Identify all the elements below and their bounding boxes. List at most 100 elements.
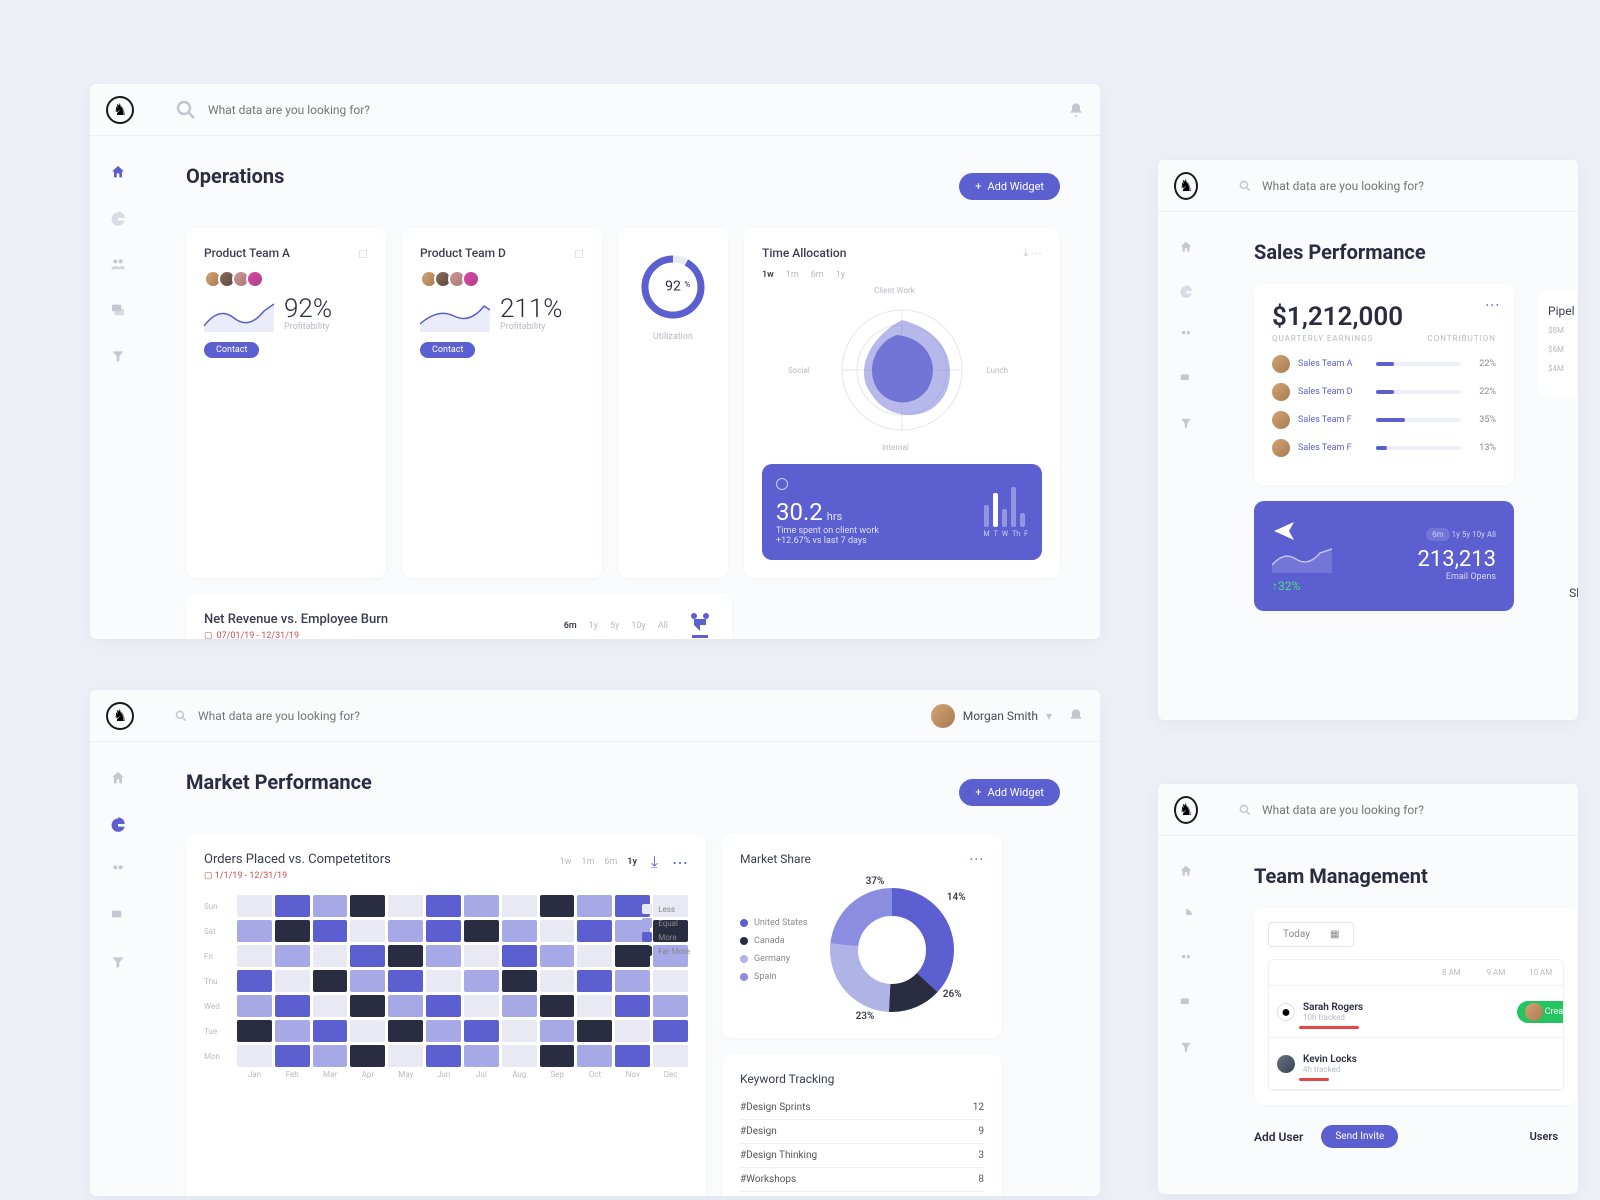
download-icon[interactable] bbox=[686, 612, 714, 639]
heatmap-cell bbox=[237, 995, 272, 1017]
content: Team Management Today▦ 8 AM 9 AM 10 AM ●… bbox=[1214, 836, 1578, 1194]
tab-all[interactable]: All bbox=[658, 621, 668, 631]
logo[interactable]: ♞ bbox=[1174, 796, 1198, 824]
search-input[interactable] bbox=[1262, 179, 1562, 193]
tab-1y[interactable]: 1y bbox=[627, 857, 637, 867]
tab-6m[interactable]: 6m bbox=[811, 270, 824, 280]
avatar: ● bbox=[1277, 1003, 1295, 1021]
chat-icon[interactable] bbox=[1179, 996, 1193, 1010]
add-widget-button[interactable]: +Add Widget bbox=[959, 779, 1060, 806]
utilization-card: 92% Utilization bbox=[618, 228, 728, 578]
heatmap-cell bbox=[237, 920, 272, 942]
heatmap-cell bbox=[464, 920, 499, 942]
heatmap-cell bbox=[313, 995, 348, 1017]
heatmap-cell bbox=[502, 995, 537, 1017]
tab-1m[interactable]: 1m bbox=[581, 857, 594, 867]
search[interactable] bbox=[174, 709, 931, 723]
download-icon[interactable]: ⤓ bbox=[651, 852, 658, 872]
keyword-tag: #Design Thinking bbox=[740, 1150, 817, 1161]
operations-dashboard: ♞ Operations +Add Widget Product Team A◻… bbox=[90, 84, 1100, 639]
logo[interactable]: ♞ bbox=[106, 702, 134, 730]
contact-button[interactable]: Contact bbox=[204, 342, 259, 358]
slack-card-title: Slack bbox=[1569, 586, 1578, 600]
event-chip[interactable]: Create pitch bbox=[1517, 1001, 1564, 1023]
tab-10y[interactable]: 10y bbox=[1472, 530, 1485, 539]
search[interactable] bbox=[174, 98, 1068, 122]
schedule-row: Kevin Locks4h tracked bbox=[1269, 1038, 1563, 1090]
search[interactable] bbox=[1238, 179, 1562, 193]
tab-1w[interactable]: 1w bbox=[560, 857, 572, 867]
home-icon[interactable] bbox=[1179, 864, 1193, 878]
time-range-tabs: 6m 1y 5y 10y All bbox=[564, 621, 668, 631]
home-icon[interactable] bbox=[110, 164, 126, 180]
heatmap-cell bbox=[577, 895, 612, 917]
people-icon[interactable] bbox=[1179, 328, 1193, 342]
pie-icon[interactable] bbox=[1179, 908, 1193, 922]
search-input[interactable] bbox=[208, 103, 508, 117]
tab-1m[interactable]: 1m bbox=[786, 270, 799, 280]
user-menu[interactable]: Morgan Smith▾ bbox=[931, 704, 1052, 728]
search[interactable] bbox=[1238, 803, 1562, 817]
people-icon[interactable] bbox=[110, 256, 126, 272]
home-icon[interactable] bbox=[110, 770, 126, 786]
tab-6m[interactable]: 6m bbox=[604, 857, 617, 867]
tab-all[interactable]: All bbox=[1487, 530, 1496, 539]
day-label: Wed bbox=[204, 995, 234, 1017]
chat-icon[interactable] bbox=[110, 302, 126, 318]
tab-1y[interactable]: 1y bbox=[1452, 530, 1460, 539]
email-label: Email Opens bbox=[1417, 572, 1496, 582]
tab-1y[interactable]: 1y bbox=[589, 621, 598, 631]
tab-1y[interactable]: 1y bbox=[836, 270, 845, 280]
heatmap-cell bbox=[464, 995, 499, 1017]
today-button[interactable]: Today▦ bbox=[1268, 922, 1354, 947]
heatmap-cell bbox=[577, 995, 612, 1017]
date-range[interactable]: ▢ 1/1/19 - 12/31/19 bbox=[204, 871, 391, 881]
sidebar bbox=[1158, 836, 1214, 1054]
bookmark-icon[interactable]: ◻ bbox=[358, 246, 368, 260]
avatar bbox=[1272, 411, 1290, 429]
bookmark-icon[interactable]: ◻ bbox=[574, 246, 584, 260]
send-invite-button[interactable]: Send Invite bbox=[1321, 1125, 1398, 1148]
logo[interactable]: ♞ bbox=[106, 96, 134, 124]
chat-icon[interactable] bbox=[1179, 372, 1193, 386]
pie-icon[interactable] bbox=[110, 210, 126, 226]
filter-icon[interactable] bbox=[110, 954, 126, 970]
heatmap-legend: Less Equal More Far More bbox=[642, 904, 690, 956]
pie-icon[interactable] bbox=[110, 816, 126, 832]
more-icon[interactable]: ⋮ bbox=[1484, 298, 1500, 310]
search-input[interactable] bbox=[198, 709, 498, 723]
contact-button[interactable]: Contact bbox=[420, 342, 475, 358]
topbar: ♞ bbox=[1158, 784, 1578, 836]
team-name: Sales Team D bbox=[1298, 387, 1368, 397]
tab-10y[interactable]: 10y bbox=[631, 621, 645, 631]
tab-5y[interactable]: 5y bbox=[610, 621, 619, 631]
logo[interactable]: ♞ bbox=[1174, 172, 1198, 200]
tab-6m[interactable]: 6m bbox=[564, 621, 577, 631]
team-dashboard: ♞ Team Management Today▦ 8 AM 9 AM 10 AM bbox=[1158, 784, 1578, 1194]
search-input[interactable] bbox=[1262, 803, 1562, 817]
bell-icon[interactable] bbox=[1068, 708, 1084, 724]
more-icon[interactable]: ⋯ bbox=[672, 853, 688, 872]
avatar-group bbox=[420, 270, 584, 288]
home-icon[interactable] bbox=[1179, 240, 1193, 254]
people-icon[interactable] bbox=[110, 862, 126, 878]
add-widget-button[interactable]: +Add Widget bbox=[959, 173, 1060, 200]
team-row: Sales Team F35% bbox=[1272, 411, 1496, 429]
heatmap-cell bbox=[237, 1045, 272, 1067]
date-range[interactable]: ▢07/01/19 - 12/31/19 bbox=[204, 631, 388, 639]
filter-icon[interactable] bbox=[1179, 1040, 1193, 1054]
download-icon[interactable]: ⤓ ⋯ bbox=[1023, 246, 1042, 260]
filter-icon[interactable] bbox=[1179, 416, 1193, 430]
people-icon[interactable] bbox=[1179, 952, 1193, 966]
tab-5y[interactable]: 5y bbox=[1462, 530, 1470, 539]
heatmap-cell bbox=[275, 895, 310, 917]
more-icon[interactable]: ⋮ bbox=[968, 852, 984, 866]
heatmap-cell bbox=[388, 970, 423, 992]
tab-6m[interactable]: 6m bbox=[1426, 528, 1450, 541]
pie-icon[interactable] bbox=[1179, 284, 1193, 298]
chat-icon[interactable] bbox=[110, 908, 126, 924]
chevron-down-icon: ▾ bbox=[1046, 709, 1052, 723]
bell-icon[interactable] bbox=[1068, 102, 1084, 118]
filter-icon[interactable] bbox=[110, 348, 126, 364]
tab-1w[interactable]: 1w bbox=[762, 270, 774, 280]
